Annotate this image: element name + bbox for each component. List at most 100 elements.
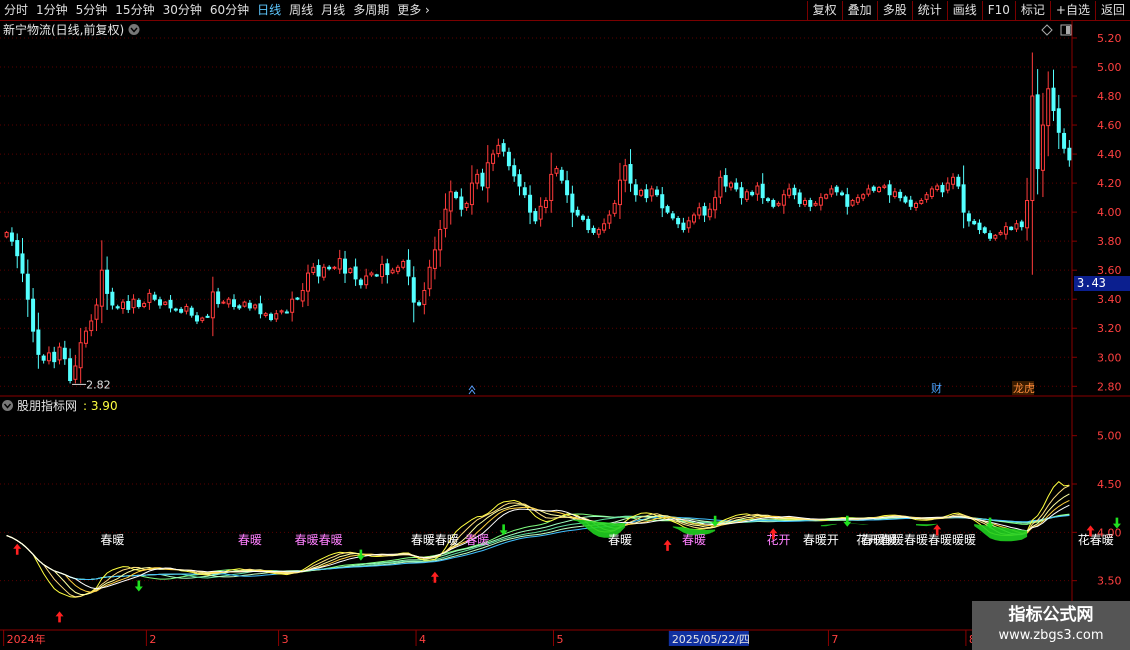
candle [892, 187, 897, 199]
stock-chart[interactable]: 5.205.004.804.604.404.204.003.803.603.40… [0, 0, 1130, 650]
candle [797, 189, 802, 208]
candle [1046, 71, 1051, 157]
candle-body [469, 182, 474, 206]
candle-body [168, 299, 173, 309]
candle-body [105, 269, 110, 294]
chevron-down-circle-icon [2, 400, 13, 411]
candle [353, 258, 358, 286]
date-label: 5 [557, 633, 564, 646]
candle-body [295, 297, 300, 300]
candle [935, 183, 940, 192]
candle [998, 230, 1003, 236]
candle-body [998, 231, 1003, 235]
candle [824, 193, 829, 200]
candle-body [115, 306, 120, 309]
candle [781, 189, 786, 214]
candle [686, 216, 691, 233]
candle [977, 219, 982, 235]
candle-body [485, 162, 490, 189]
candle-body [559, 169, 564, 181]
signal-label: 春暖 [682, 533, 706, 547]
candle-body [554, 168, 559, 174]
candle [9, 227, 14, 246]
candle-body [306, 272, 311, 292]
candle-body [940, 184, 945, 193]
date-axis: 2024年23452025/05/22/四789 [3, 630, 1113, 646]
candle [263, 312, 268, 318]
candle [898, 189, 903, 202]
icon-circle [128, 24, 140, 35]
candle [744, 189, 749, 202]
candle-body [660, 194, 665, 209]
candle-body [951, 176, 956, 185]
candle [173, 307, 178, 312]
candle [506, 147, 511, 171]
candle [89, 314, 94, 337]
candle [903, 195, 908, 204]
candle [512, 158, 517, 182]
candle-body [866, 188, 871, 195]
candle-body [728, 182, 733, 188]
candle-body [734, 182, 739, 190]
candle-body [1030, 95, 1035, 202]
candle-body [512, 165, 517, 177]
candle-body [78, 342, 83, 369]
candle-body [750, 191, 755, 196]
candle [448, 180, 453, 225]
candle-body [9, 232, 14, 242]
candle-body [348, 268, 353, 274]
candle-body [380, 263, 385, 278]
candle-body [506, 151, 511, 167]
candle-body [163, 301, 168, 305]
indicator-value: : 3.90 [83, 399, 118, 413]
candle-body [543, 200, 548, 208]
indicator-tick-label: 3.50 [1097, 575, 1122, 588]
candle-body [337, 258, 342, 270]
main-tick-label: 5.20 [1097, 32, 1122, 45]
candle [242, 300, 247, 308]
candle [374, 273, 379, 278]
candle [718, 170, 723, 204]
candle-body [443, 208, 448, 229]
candle-body [173, 308, 178, 311]
candle [469, 165, 474, 215]
candle [94, 298, 99, 332]
candle [369, 271, 374, 277]
candle [908, 195, 913, 210]
candle-body [612, 202, 617, 214]
candle-body [179, 308, 184, 313]
candle [623, 158, 628, 193]
candle-body [1046, 88, 1051, 127]
main-tick-label: 4.00 [1097, 206, 1122, 219]
candle [205, 313, 210, 318]
candle-body [464, 202, 469, 208]
candle-body [713, 197, 718, 211]
candle [803, 197, 807, 207]
candle-body [316, 265, 321, 277]
low-marker-label: 2.82 [86, 378, 111, 391]
candle [575, 206, 580, 218]
candle [221, 300, 226, 305]
candle [707, 202, 712, 221]
candle-body [602, 223, 607, 231]
candle-body [110, 291, 115, 306]
candle [607, 210, 612, 229]
candle [311, 262, 316, 275]
candle [533, 208, 538, 225]
candle [1019, 219, 1024, 231]
chevron-down-circle-icon [128, 24, 140, 35]
candle-body [157, 299, 162, 306]
main-tick-label: 5.00 [1097, 61, 1122, 74]
candle-body [253, 304, 258, 309]
candle [36, 312, 41, 369]
candle-body [803, 200, 807, 206]
candle-body [739, 187, 744, 199]
candle-body [89, 320, 94, 332]
candle [475, 169, 480, 190]
signal-label: 春暖 [465, 533, 489, 547]
candle [274, 310, 279, 323]
candle [728, 181, 733, 191]
candle [157, 296, 162, 309]
candle [427, 259, 432, 297]
candle-body [760, 183, 765, 199]
